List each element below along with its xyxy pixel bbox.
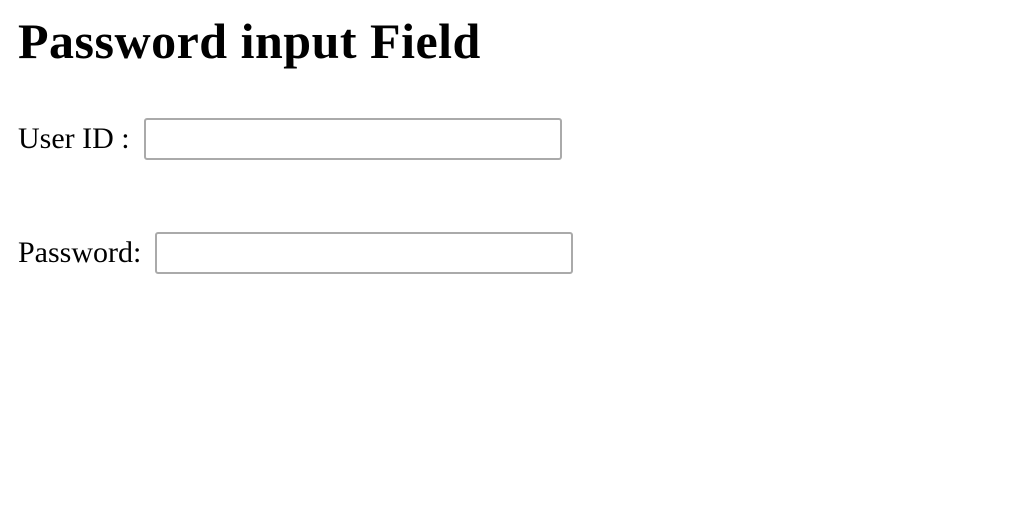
password-row: Password: [18,232,1006,274]
user-id-input[interactable] [144,118,562,160]
user-id-label: User ID : [18,122,130,156]
password-input[interactable] [155,232,573,274]
user-id-row: User ID : [18,118,1006,160]
password-label: Password: [18,236,141,270]
page-title: Password input Field [18,12,1006,70]
